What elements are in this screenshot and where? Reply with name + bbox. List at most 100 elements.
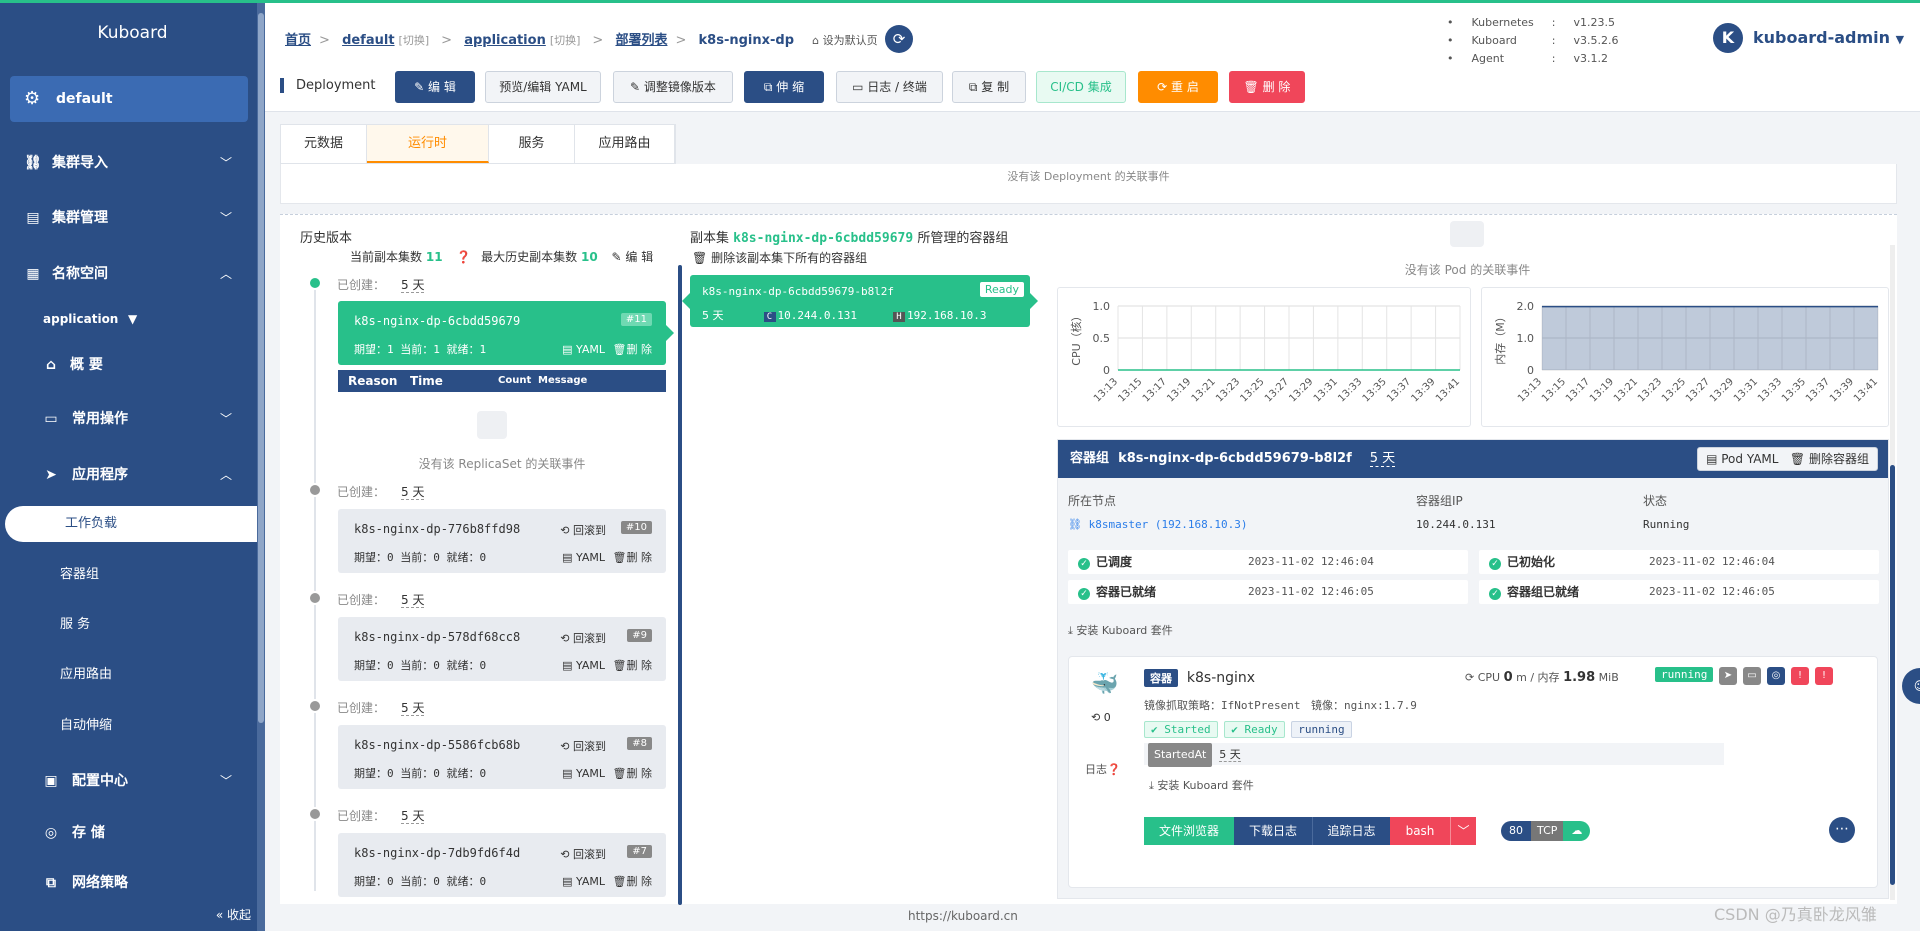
delete-button[interactable]: 🗑 删 除 [1229, 71, 1305, 103]
restart-button[interactable]: ⟳ 重 启 [1138, 71, 1218, 103]
condition-initialized: ✓ 已初始化 2023-11-02 12:46:04 [1479, 550, 1879, 574]
history-scrollbar[interactable] [678, 265, 682, 905]
created-age: 5 天 [401, 485, 425, 500]
chip-label: Ready [1244, 723, 1278, 736]
logs-terminal-button[interactable]: ▭ 日志 / 终端 [836, 71, 943, 103]
help-icon[interactable]: ❓ [456, 250, 471, 264]
tab-service[interactable]: 服务 [489, 125, 575, 163]
sidebar-item-workload[interactable]: 工作负载 [5, 506, 260, 542]
sidebar-item-pods[interactable]: 容器组 [0, 557, 260, 593]
x-tick-label: 13:39 [1828, 376, 1856, 404]
yaml-button[interactable]: 预览/编辑 YAML [485, 71, 601, 103]
sidebar-item-hpa[interactable]: 自动伸缩 [0, 708, 260, 744]
yaml-link[interactable]: ▤ YAML [562, 343, 605, 356]
x-tick-label: 13:13 [1092, 376, 1120, 404]
page-scroll-thumb[interactable] [1890, 465, 1895, 885]
edit-history-link[interactable]: ✎ 编 辑 [612, 250, 654, 264]
tab-metadata[interactable]: 元数据 [281, 125, 367, 163]
shell-dropdown[interactable]: ﹀ [1450, 817, 1476, 845]
status-value: Running [1643, 518, 1690, 531]
rollback-link[interactable]: ⟲ 回滚到 [560, 630, 606, 646]
switch-namespace-link[interactable]: [切换] [550, 34, 581, 47]
replicaset-card-current[interactable]: k8s-nginx-dp-6cbdd59679 #11 期望：1 当前：1 就绪… [338, 301, 674, 365]
sidebar-item-config[interactable]: ▣ 配置中心 ﹀ [0, 761, 260, 801]
delete-pod-button[interactable]: 🗑 删除容器组 [1790, 452, 1869, 466]
user-menu[interactable]: Kkuboard-admin ▼ [1713, 23, 1904, 53]
yaml-link[interactable]: ▤ YAML [562, 659, 605, 672]
file-browser-button[interactable]: 文件浏览器 [1144, 817, 1234, 845]
sidebar-scrollbar[interactable] [257, 3, 265, 931]
set-default-link[interactable]: ⌂ 设为默认页 [812, 34, 877, 47]
rollback-link[interactable]: ⟲ 回滚到 [560, 738, 606, 754]
sidebar-item-storage[interactable]: ◎ 存 储 [0, 813, 260, 853]
cicd-button[interactable]: CI/CD 集成 [1036, 71, 1126, 103]
sidebar-item-namespace[interactable]: ▦ 名称空间 ︿ [0, 254, 260, 294]
yaml-label: YAML [576, 767, 606, 780]
replicaset-card[interactable]: k8s-nginx-dp-578df68cc8 ⟲ 回滚到 #9 期望：0 当前… [338, 617, 666, 681]
check-icon: ✓ [1078, 588, 1090, 600]
alert-icon[interactable]: ! [1791, 667, 1809, 685]
breadcrumb-namespace[interactable]: application [464, 33, 546, 48]
rollback-label: 回滚到 [573, 848, 606, 861]
replicaset-card[interactable]: k8s-nginx-dp-776b8ffd98 ⟲ 回滚到 #10 期望：0 当… [338, 509, 666, 573]
yaml-link[interactable]: ▤ YAML [562, 875, 605, 888]
alert-icon[interactable]: ! [1815, 667, 1833, 685]
x-tick-label: 13:29 [1287, 376, 1315, 404]
namespace-select[interactable]: application ▼ [0, 299, 260, 339]
sidebar-item-apps[interactable]: ➤ 应用程序 ︿ [0, 455, 260, 495]
database-icon[interactable]: ◎ [1767, 667, 1785, 685]
yaml-link[interactable]: ▤ YAML [562, 551, 605, 564]
x-tick-label: 13:37 [1385, 376, 1413, 404]
collapse-sidebar-button[interactable]: « 收起 [216, 906, 251, 923]
breadcrumb-list[interactable]: 部署列表 [615, 33, 667, 48]
breadcrumb-home[interactable]: 首页 [285, 33, 311, 48]
cluster-current[interactable]: ⚙ default [10, 76, 248, 122]
delete-link[interactable]: 🗑删 除 [613, 767, 652, 780]
page-scrollbar[interactable] [1890, 245, 1895, 900]
tab-route[interactable]: 应用路由 [575, 125, 675, 163]
help-float-icon[interactable]: ☺ [1902, 668, 1920, 704]
tab-runtime[interactable]: 运行时 [367, 125, 489, 163]
terminal-icon[interactable]: ▭ [1743, 667, 1761, 685]
sidebar-item-ops[interactable]: ▭ 常用操作 ﹀ [0, 399, 260, 439]
switch-cluster-link[interactable]: [切换] [399, 34, 430, 47]
send-icon[interactable]: ➤ [1719, 667, 1737, 685]
install-kuboard-link[interactable]: ⤓ 安装 Kuboard 套件 [1149, 777, 1254, 793]
delete-link[interactable]: 🗑删 除 [613, 875, 652, 888]
tail-logs-button[interactable]: 追踪日志 [1312, 817, 1390, 845]
pod-yaml-button[interactable]: ▤ Pod YAML [1706, 452, 1778, 466]
sidebar-item-netpol[interactable]: ⧉ 网络策略 [0, 863, 260, 903]
replicaset-card[interactable]: k8s-nginx-dp-7db9fd6f4d ⟲ 回滚到 #7 期望：0 当前… [338, 833, 666, 897]
rollback-link[interactable]: ⟲ 回滚到 [560, 846, 606, 862]
breadcrumb-cluster[interactable]: default [342, 33, 394, 48]
delete-link[interactable]: 🗑删 除 [613, 343, 652, 356]
edit-button[interactable]: ✎ 编 辑 [395, 71, 475, 103]
refresh-button[interactable]: ⟳ [885, 25, 913, 53]
help-icon[interactable]: ❓ [1107, 763, 1121, 776]
delete-link[interactable]: 🗑删 除 [613, 659, 652, 672]
more-icon[interactable]: ⋯ [1829, 817, 1855, 843]
pod-card[interactable]: k8s-nginx-dp-6cbdd59679-b8l2f Ready 5 天 C… [682, 275, 1038, 327]
yaml-link[interactable]: ▤ YAML [562, 767, 605, 780]
copy-button[interactable]: ⧉ 复 制 [952, 71, 1026, 103]
scale-button[interactable]: ⧉ 伸 缩 [744, 71, 824, 103]
delete-pod-label: 删除容器组 [1808, 452, 1869, 466]
delete-all-pods-link[interactable]: 🗑 删除该副本集下所有的容器组 [692, 249, 867, 266]
bash-button[interactable]: bash [1390, 817, 1450, 845]
download-logs-button[interactable]: 下载日志 [1234, 817, 1312, 845]
rollback-link[interactable]: ⟲ 回滚到 [560, 522, 606, 538]
sidebar-scroll-thumb[interactable] [258, 13, 264, 723]
sidebar-item-service[interactable]: 服 务 [0, 607, 260, 643]
sidebar-item-manage[interactable]: ▤ 集群管理 ﹀ [0, 198, 260, 238]
install-kuboard-link[interactable]: ⤓ 安装 Kuboard 套件 [1068, 622, 1173, 638]
sidebar-item-overview[interactable]: ⌂ 概 要 [0, 345, 260, 385]
footer-link[interactable]: https://kuboard.cn [908, 909, 1018, 923]
sidebar-item-import[interactable]: ⛓ 集群导入 ﹀ [0, 143, 260, 183]
replicaset-card[interactable]: k8s-nginx-dp-5586fcb68b ⟲ 回滚到 #8 期望：0 当前… [338, 725, 666, 789]
revision-badge: #11 [620, 313, 652, 326]
scale-label: 伸 缩 [776, 80, 805, 94]
node-link[interactable]: ⛓ k8smaster (192.168.10.3) [1068, 518, 1248, 531]
sidebar-item-ingress[interactable]: 应用路由 [0, 657, 260, 693]
delete-link[interactable]: 🗑删 除 [613, 551, 652, 564]
adjust-image-button[interactable]: ✎ 调整镜像版本 [613, 71, 733, 103]
